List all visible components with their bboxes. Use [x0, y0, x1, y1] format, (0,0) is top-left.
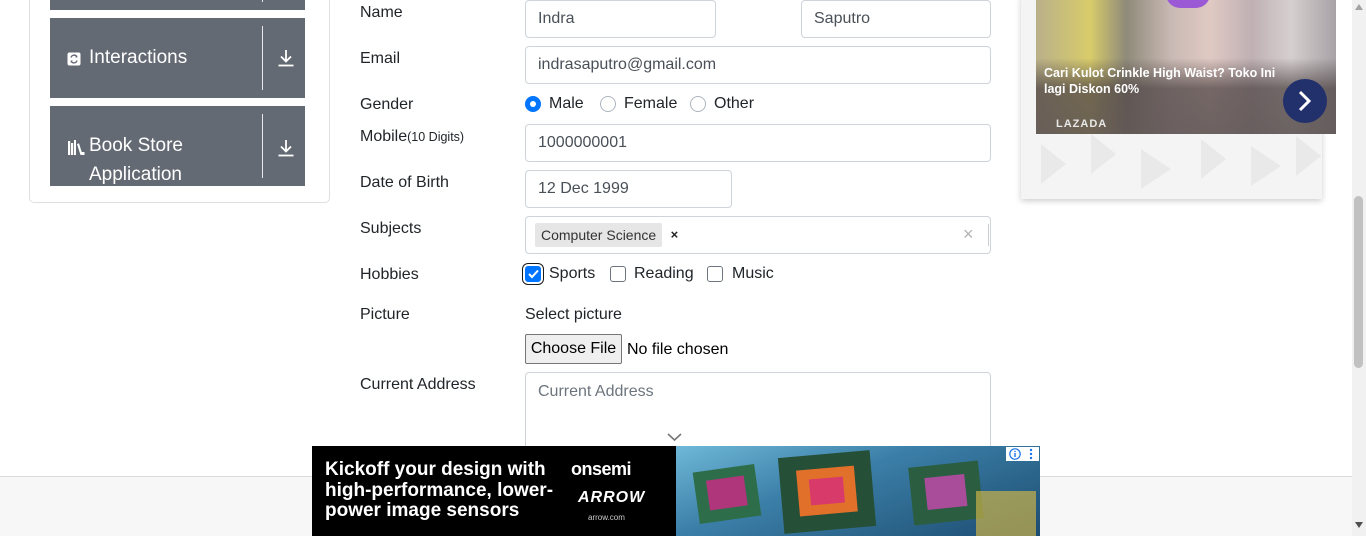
mobile-label-text: Mobile: [360, 128, 408, 145]
choose-file-button[interactable]: Choose File: [525, 334, 622, 364]
side-ad-brand: LAZADA: [1056, 118, 1108, 130]
chevron-down-icon[interactable]: [667, 432, 682, 442]
download-icon[interactable]: [277, 138, 295, 158]
remove-subject-icon[interactable]: ×: [671, 223, 679, 247]
sidebar-group-interactions[interactable]: Interactions: [50, 18, 305, 98]
current-address-label: Current Address: [360, 376, 476, 393]
subjects-label: Subjects: [360, 220, 422, 237]
sidebar-group-label-line1: Book Store: [89, 135, 183, 156]
sidebar-group-previous[interactable]: [50, 0, 305, 10]
chevron-right-icon: [1298, 90, 1312, 112]
subject-chip-label: Computer Science: [541, 227, 657, 243]
hobby-music-label[interactable]: Music: [732, 265, 774, 283]
first-name-input[interactable]: Indra: [525, 0, 716, 38]
gender-female-radio[interactable]: [600, 96, 616, 112]
gender-female-label[interactable]: Female: [624, 95, 677, 113]
gender-other-radio[interactable]: [690, 96, 706, 112]
arrow-logo: ARROW: [578, 489, 646, 506]
download-icon[interactable]: [277, 48, 295, 68]
last-name-input[interactable]: Saputro: [801, 0, 991, 38]
side-ad-title[interactable]: Cari Kulot Crinkle High Waist? Toko Ini …: [1044, 65, 1289, 97]
hobby-sports-checkbox[interactable]: [525, 266, 541, 282]
gender-label: Gender: [360, 96, 414, 113]
ad-info-box[interactable]: [1006, 447, 1039, 461]
gender-male-radio[interactable]: [525, 96, 541, 112]
sidebar-group-label: Interactions: [89, 47, 188, 68]
sidebar-group-book-store[interactable]: Book Store Application: [50, 106, 305, 186]
ad-options-icon[interactable]: [1028, 448, 1034, 460]
mobile-hint: (10 Digits): [407, 130, 465, 144]
subjects-divider: [988, 224, 989, 246]
onsemi-logo: onsemi: [571, 459, 632, 479]
bottom-ad-banner[interactable]: Kickoff your design with high-performanc…: [312, 446, 1040, 536]
name-label: Name: [360, 4, 403, 21]
email-label: Email: [360, 50, 401, 67]
hobby-reading-label[interactable]: Reading: [634, 265, 694, 283]
side-ad-next-button[interactable]: [1283, 79, 1327, 123]
bottom-ad-image[interactable]: [676, 446, 1040, 536]
book-store-icon: [68, 140, 85, 155]
sidebar-group-label-line2: Application: [89, 164, 182, 185]
picture-label: Picture: [360, 306, 410, 323]
scroll-up-icon[interactable]: [1355, 4, 1363, 10]
gender-other-label[interactable]: Other: [714, 95, 754, 113]
gender-male-label[interactable]: Male: [549, 95, 584, 113]
scrollbar-thumb[interactable]: [1354, 196, 1363, 368]
select-picture-label: Select picture: [525, 306, 622, 323]
current-address-placeholder: Current Address: [538, 383, 654, 400]
email-input[interactable]: indrasaputro@gmail.com: [525, 46, 991, 84]
ad-pattern: [1021, 134, 1322, 199]
bottom-ad-url: arrow.com: [588, 513, 625, 522]
ad-info-icon[interactable]: [1009, 448, 1021, 460]
mobile-label: Mobile(10 Digits): [360, 128, 464, 146]
check-icon: [528, 269, 539, 279]
hobby-reading-checkbox[interactable]: [610, 266, 626, 282]
hobby-music-checkbox[interactable]: [707, 266, 723, 282]
scroll-down-icon[interactable]: [1355, 522, 1363, 528]
dob-input[interactable]: 12 Dec 1999: [525, 170, 732, 208]
interactions-icon: [67, 52, 81, 66]
dob-label: Date of Birth: [360, 174, 449, 191]
hobbies-label: Hobbies: [360, 266, 419, 283]
mobile-input[interactable]: 1000000001: [525, 124, 991, 162]
hobby-sports-label[interactable]: Sports: [549, 265, 595, 283]
subject-chip: Computer Science ×: [535, 223, 678, 247]
sensor-chips-graphic: [692, 450, 1036, 536]
bottom-ad-headline[interactable]: Kickoff your design with high-performanc…: [325, 459, 565, 522]
file-status: No file chosen: [627, 341, 729, 358]
clear-subjects-icon[interactable]: ×: [963, 224, 974, 245]
current-address-textarea[interactable]: Current Address: [525, 372, 991, 452]
